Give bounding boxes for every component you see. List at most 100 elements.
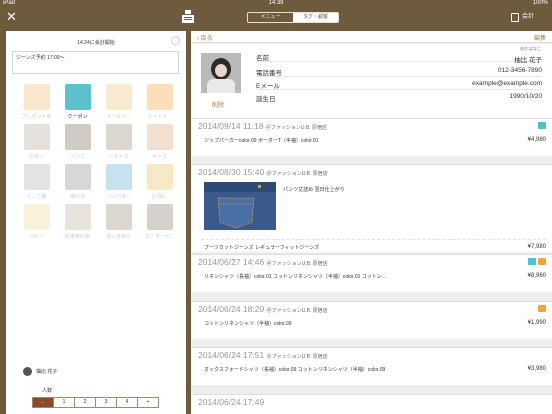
- purchase-line: コットンリネンシャツ（半袖）color.09 ¥1,990: [204, 320, 546, 327]
- people-count-selector: ← 1 2 3 4 +: [32, 397, 159, 408]
- clock: 14:39: [268, 0, 284, 6]
- people-count-label: 人数: [42, 388, 53, 394]
- avatar: [23, 367, 32, 376]
- delete-button[interactable]: 削除: [212, 100, 224, 109]
- view-switcher: メニュー タグ・顧客: [247, 12, 339, 23]
- selected-customer[interactable]: 柚比 花子: [23, 367, 57, 376]
- edit-button[interactable]: 編集: [534, 33, 546, 42]
- tag-image: [146, 124, 173, 150]
- tag-item[interactable]: レディス: [98, 122, 139, 162]
- customer-photo[interactable]: [201, 53, 241, 93]
- memo-field[interactable]: ジーンズ予約 17:00〜: [12, 51, 179, 74]
- tag-item[interactable]: ベビー: [16, 202, 57, 242]
- phone-value[interactable]: 012-3456-7890: [498, 67, 542, 74]
- tag-label: キッズ: [151, 154, 167, 160]
- name-value: 柚比 花子: [514, 57, 542, 64]
- people-count-option[interactable]: ←: [32, 397, 54, 408]
- tag-panel: 14:24に会計開始 ジーンズ予約 17:00〜 プレゼント向 クーポン メールマ.…: [6, 31, 186, 414]
- tag-item[interactable]: プレゼント向: [16, 82, 57, 122]
- tag-grid: プレゼント向 クーポン メールマ... ナイトイ... お買い メンズ レディス キッズシニア…: [16, 82, 180, 242]
- tag-image: [23, 84, 50, 110]
- entry-date: 2014/06/24 17:51 ＠ファッションU.B. 原宿店: [198, 350, 328, 360]
- email-key: Eメール: [256, 83, 280, 90]
- tag-image: [64, 84, 91, 110]
- phone-key: 電話番号: [256, 70, 282, 77]
- name-key: 名前: [256, 55, 269, 62]
- birthday-key: 誕生日: [256, 96, 276, 103]
- back-button[interactable]: ‹ 戻る: [197, 33, 213, 42]
- history-entry[interactable]: 2014/06/24 17:49: [191, 394, 552, 414]
- birthday-value: 1990/10/20: [509, 93, 542, 100]
- people-count-option[interactable]: 1: [53, 397, 75, 408]
- tag-label: メールマ...: [106, 114, 131, 120]
- tag-item[interactable]: ナイトイ...: [139, 82, 180, 122]
- info-icon[interactable]: [171, 36, 180, 45]
- tag-image: [105, 164, 132, 190]
- gift-badge-icon: [538, 258, 546, 265]
- entry-date: 2014/06/24 17:49: [198, 397, 265, 407]
- tag-item[interactable]: つぶやき...: [98, 162, 139, 202]
- top-toolbar: ✕ メニュー タグ・顧客 会計: [0, 7, 552, 28]
- tag-image: [64, 204, 91, 230]
- tag-item[interactable]: メンズ: [57, 122, 98, 162]
- purchase-line: ジップパーカーcolor.09 ボーダーT（半袖）color.01 ¥4,980: [204, 137, 546, 144]
- jeans-photo[interactable]: [204, 182, 276, 230]
- battery-label: 100%: [532, 0, 548, 6]
- tag-image: [146, 164, 173, 190]
- tag-item[interactable]: 駐車券利用: [57, 202, 98, 242]
- tag-image: [146, 204, 173, 230]
- coupon-badge-icon: [538, 122, 546, 129]
- tag-label: プレゼント向: [21, 114, 52, 120]
- status-bar: iPad 14:39 100%: [0, 0, 552, 7]
- phone-row: 電話番号 012-3456-7890: [256, 65, 542, 77]
- tag-label: お買い: [28, 154, 44, 160]
- tag-item[interactable]: シニア層: [16, 162, 57, 202]
- name-ruby: ゆび はなこ: [519, 46, 541, 51]
- tag-label: お探し: [151, 194, 167, 200]
- close-icon[interactable]: ✕: [6, 10, 18, 23]
- purchase-line: オックスフォードシャツ（長袖）color.09 コットンリネンシャツ（半袖）co…: [204, 366, 546, 373]
- gift-badge-icon: [538, 305, 546, 312]
- tag-image: [146, 84, 173, 110]
- tag-label: レディス: [108, 154, 129, 160]
- tag-image: [23, 204, 50, 230]
- tag-item[interactable]: オーダーメ...: [139, 202, 180, 242]
- tag-item[interactable]: お探し: [139, 162, 180, 202]
- customer-detail: ‹ 戻る 編集 削除 名前 ゆび はなこ 柚比 花子 電話番号 012-3456…: [191, 31, 552, 414]
- people-count-option[interactable]: +: [137, 397, 159, 408]
- people-count-option[interactable]: 3: [95, 397, 117, 408]
- tag-image: [64, 164, 91, 190]
- tag-image: [64, 124, 91, 150]
- tag-item[interactable]: お買い: [16, 122, 57, 162]
- photo-caption: パンツ丈詰め 翌日仕上がり: [283, 187, 345, 193]
- tag-label: ナイトイ...: [147, 114, 172, 120]
- tag-item[interactable]: メールマ...: [98, 82, 139, 122]
- history-entry[interactable]: 2014/08/30 15:40 ＠ファッションU.B. 原宿店 パンツ丈詰め …: [191, 164, 552, 252]
- tag-image: [105, 124, 132, 150]
- checkout-button[interactable]: 会計: [510, 12, 534, 22]
- tag-item[interactable]: キッズ: [139, 122, 180, 162]
- tag-image: [23, 164, 50, 190]
- cash-register-icon[interactable]: [182, 10, 194, 23]
- register-icon: [510, 12, 519, 22]
- entry-date: 2014/09/14 11:18 ＠ファッションU.B. 原宿店: [198, 121, 328, 131]
- tag-label: オーダーメ...: [145, 234, 174, 240]
- purchase-line: リネンシャツ（長袖）color.01 コットンリネンシャツ（半袖）color.0…: [204, 273, 546, 280]
- history-entry[interactable]: 2014/06/24 18:20 ＠ファッションU.B. 原宿店 コットンリネン…: [191, 301, 552, 339]
- history-entry[interactable]: 2014/06/24 17:51 ＠ファッションU.B. 原宿店 オックスフォー…: [191, 347, 552, 385]
- history-entry[interactable]: 2014/09/14 11:18 ＠ファッションU.B. 原宿店 ジップパーカー…: [191, 118, 552, 156]
- purchase-line: ブーツカットジーンズ レギュラーフィットジーンズ ¥7,980: [204, 244, 546, 251]
- name-row: 名前 ゆび はなこ 柚比 花子: [256, 46, 542, 64]
- tab-tags-customers[interactable]: タグ・顧客: [293, 13, 338, 22]
- tag-item[interactable]: 買いません: [98, 202, 139, 242]
- history-entry[interactable]: 2014/06/27 14:46 ＠ファッションU.B. 原宿店 リネンシャツ（…: [191, 254, 552, 292]
- tab-menu[interactable]: メニュー: [248, 13, 293, 22]
- tag-item[interactable]: 雨の日: [57, 162, 98, 202]
- tag-item[interactable]: クーポン: [57, 82, 98, 122]
- tag-label: つぶやき...: [106, 194, 131, 200]
- people-count-option[interactable]: 2: [74, 397, 96, 408]
- tag-image: [105, 84, 132, 110]
- email-value[interactable]: example@example.com: [472, 80, 542, 87]
- customer-profile: 削除 名前 ゆび はなこ 柚比 花子 電話番号 012-3456-7890 Eメ…: [191, 44, 552, 118]
- people-count-option[interactable]: 4: [116, 397, 138, 408]
